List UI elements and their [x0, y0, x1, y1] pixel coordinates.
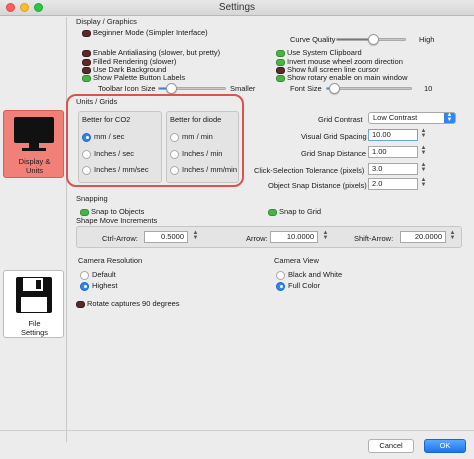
toggle-indicator [82, 74, 91, 82]
footer-divider [0, 430, 474, 431]
toolbar-icon-size-max-label: Smaller [230, 84, 256, 93]
toggle-antialiasing[interactable]: Enable Antialiasing (slower, but pretty) [82, 48, 220, 57]
grid-contrast-select[interactable]: Low Contrast ▲ ▼ [368, 112, 456, 124]
radio-camera-highest[interactable]: Highest [80, 281, 117, 291]
chevron-updown-icon: ▲ ▼ [444, 112, 455, 123]
click-selection-tolerance-field[interactable]: 3.0 [368, 163, 418, 175]
toggle-beginner-mode[interactable]: Beginner Mode (Simpler Interface) [82, 28, 208, 37]
curve-quality-max-label: High [419, 35, 435, 44]
sidebar [0, 17, 67, 442]
window-title: Settings [218, 2, 256, 13]
shift-arrow-field[interactable]: 20.0000 [400, 231, 446, 243]
toggle-palette-labels[interactable]: Show Palette Button Labels [82, 73, 185, 82]
object-snap-distance-label: Object Snap Distance (pixels) [268, 181, 367, 190]
radio-camera-full-color[interactable]: Full Color [276, 281, 320, 291]
radio-label: Black and White [288, 270, 343, 279]
font-size-value: 10 [424, 84, 433, 93]
ctrl-arrow-stepper[interactable]: ▲ ▼ [192, 230, 199, 243]
sidebar-item-label: Settings [20, 328, 49, 337]
sidebar-item-file-settings[interactable]: File Settings [3, 270, 64, 338]
checkbox-snap-objects[interactable]: Snap to Objects [80, 207, 144, 216]
toggle-indicator [82, 29, 91, 37]
units-highlight-annotation [66, 94, 244, 187]
toggle-indicator [268, 208, 277, 216]
shift-arrow-stepper[interactable]: ▲ ▼ [449, 230, 456, 243]
toggle-label: Enable Antialiasing (slower, but pretty) [93, 48, 221, 57]
toggle-label: Rotate captures 90 degrees [87, 299, 180, 308]
sidebar-item-label: Display & [18, 157, 51, 166]
arrow-stepper[interactable]: ▲ ▼ [322, 230, 329, 243]
toggle-indicator [276, 74, 285, 82]
object-snap-distance-field[interactable]: 2.0 [368, 178, 418, 190]
section-title-snapping: Snapping [76, 194, 108, 203]
curve-quality-slider[interactable] [336, 34, 406, 45]
checkbox-snap-grid[interactable]: Snap to Grid [268, 207, 321, 216]
grid-snap-distance-field[interactable]: 1.00 [368, 146, 418, 158]
shift-arrow-label: Shift-Arrow: [354, 234, 394, 243]
toggle-indicator [76, 300, 85, 308]
click-selection-tolerance-stepper[interactable]: ▲ ▼ [420, 162, 427, 175]
grid-contrast-label: Grid Contrast [318, 115, 363, 124]
section-title-camera-view: Camera View [274, 256, 319, 265]
radio-indicator [276, 270, 285, 280]
toggle-system-clipboard[interactable]: Use System Clipboard [276, 48, 362, 57]
checkbox-label: Snap to Grid [279, 207, 322, 216]
slider-knob[interactable] [329, 83, 341, 94]
floppy-disk-icon [16, 277, 52, 313]
toggle-label: Show rotary enable on main window [287, 73, 408, 82]
toggle-indicator [276, 49, 285, 57]
sidebar-item-label: File [28, 319, 41, 328]
radio-indicator [80, 270, 89, 280]
radio-camera-default[interactable]: Default [80, 270, 116, 280]
visual-grid-spacing-field[interactable]: 10.00 [368, 129, 418, 141]
slider-knob[interactable] [166, 83, 178, 94]
grid-contrast-value: Low Contrast [373, 113, 418, 122]
grid-snap-distance-label: Grid Snap Distance [301, 149, 367, 158]
radio-label: Full Color [288, 281, 321, 290]
cancel-button[interactable]: Cancel [368, 439, 414, 453]
font-size-label: Font Size [290, 84, 322, 93]
radio-label: Highest [92, 281, 118, 290]
visual-grid-spacing-label: Visual Grid Spacing [301, 132, 367, 141]
monitor-icon [14, 117, 54, 151]
ctrl-arrow-label: Ctrl-Arrow: [102, 234, 138, 243]
curve-quality-label: Curve Quality [290, 35, 336, 44]
ctrl-arrow-field[interactable]: 0.5000 [144, 231, 188, 243]
toggle-label: Use System Clipboard [287, 48, 362, 57]
checkbox-label: Snap to Objects [91, 207, 145, 216]
toggle-label: Show Palette Button Labels [93, 73, 186, 82]
radio-label: Default [92, 270, 116, 279]
grid-snap-distance-stepper[interactable]: ▲ ▼ [420, 145, 427, 158]
ok-button[interactable]: OK [424, 439, 466, 453]
section-title-camera-resolution: Camera Resolution [78, 256, 143, 265]
arrow-label: Arrow: [246, 234, 268, 243]
sidebar-item-label: Units [25, 166, 44, 175]
toolbar-icon-size-label: Toolbar Icon Size [98, 84, 156, 93]
toggle-rotary-enable[interactable]: Show rotary enable on main window [276, 73, 407, 82]
font-size-slider[interactable] [326, 83, 412, 94]
toggle-indicator [80, 208, 89, 216]
arrow-field[interactable]: 10.0000 [270, 231, 318, 243]
object-snap-distance-stepper[interactable]: ▲ ▼ [420, 177, 427, 190]
section-title-shape-move: Shape Move Increments [76, 216, 158, 225]
radio-camera-bw[interactable]: Black and White [276, 270, 342, 280]
toolbar-icon-size-slider[interactable] [158, 83, 226, 94]
section-title-display-graphics: Display / Graphics [76, 17, 137, 26]
toggle-rotate-captures[interactable]: Rotate captures 90 degrees [76, 299, 180, 308]
radio-indicator [276, 281, 285, 291]
visual-grid-spacing-stepper[interactable]: ▲ ▼ [420, 128, 427, 141]
toggle-indicator [82, 49, 91, 57]
toggle-label: Beginner Mode (Simpler Interface) [93, 28, 208, 37]
sidebar-item-display-units[interactable]: Display & Units [3, 110, 64, 178]
slider-knob[interactable] [368, 34, 380, 45]
click-selection-tolerance-label: Click-Selection Tolerance (pixels) [254, 166, 365, 175]
radio-indicator [80, 281, 89, 291]
